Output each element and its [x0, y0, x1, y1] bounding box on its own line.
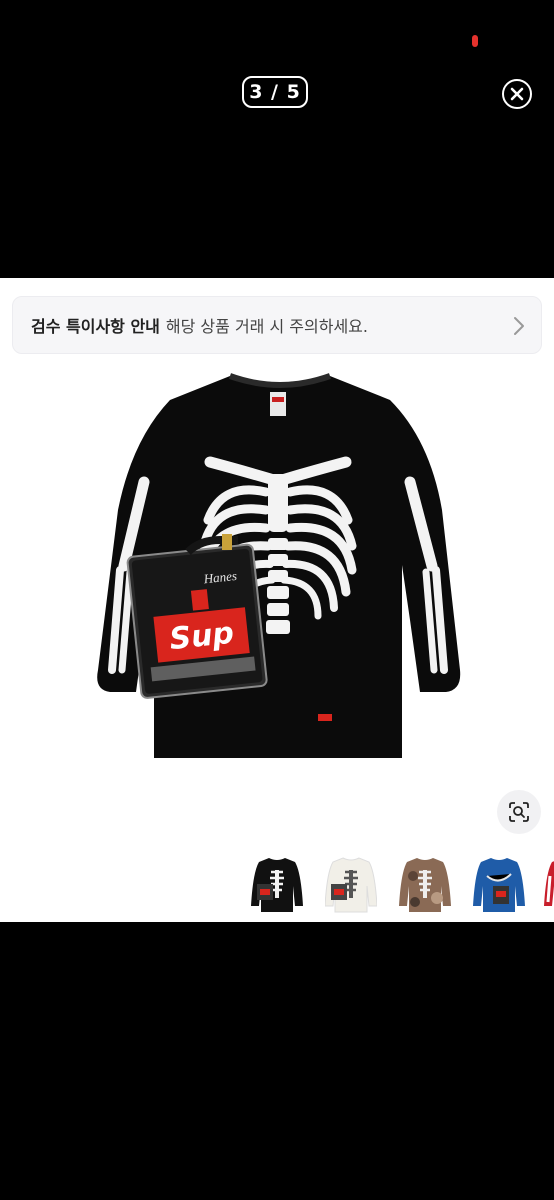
thumbnail-black[interactable]: [251, 856, 303, 914]
image-viewer-content: 검수 특이사항 안내 해당 상품 거래 시 주의하세요. Hanes Sup: [0, 278, 554, 922]
product-image[interactable]: Hanes Sup: [90, 370, 470, 770]
thumbnail-white[interactable]: [325, 856, 377, 914]
box-logo-text: Sup: [168, 616, 236, 658]
image-search-button[interactable]: [497, 790, 541, 834]
close-icon: [510, 87, 524, 101]
thumbnail-camo[interactable]: [399, 856, 451, 914]
viewer-bottom-area: [0, 922, 554, 1200]
lens-scan-icon: [509, 802, 529, 822]
inspection-notice-banner[interactable]: 검수 특이사항 안내 해당 상품 거래 시 주의하세요.: [12, 296, 542, 354]
thumbnail-red[interactable]: [544, 856, 554, 914]
thumbnail-strip: [0, 852, 554, 922]
hanes-package: Hanes Sup: [126, 543, 268, 699]
image-counter: 3 / 5: [242, 76, 308, 108]
notice-title: 검수 특이사항 안내: [31, 317, 160, 336]
notice-description: 해당 상품 거래 시 주의하세요.: [165, 317, 368, 336]
recording-indicator: [472, 35, 478, 47]
close-button[interactable]: [502, 79, 532, 109]
thumbnail-blue[interactable]: [473, 856, 525, 914]
viewer-top-bar: 3 / 5: [0, 0, 554, 278]
chevron-right-icon: [514, 317, 524, 335]
